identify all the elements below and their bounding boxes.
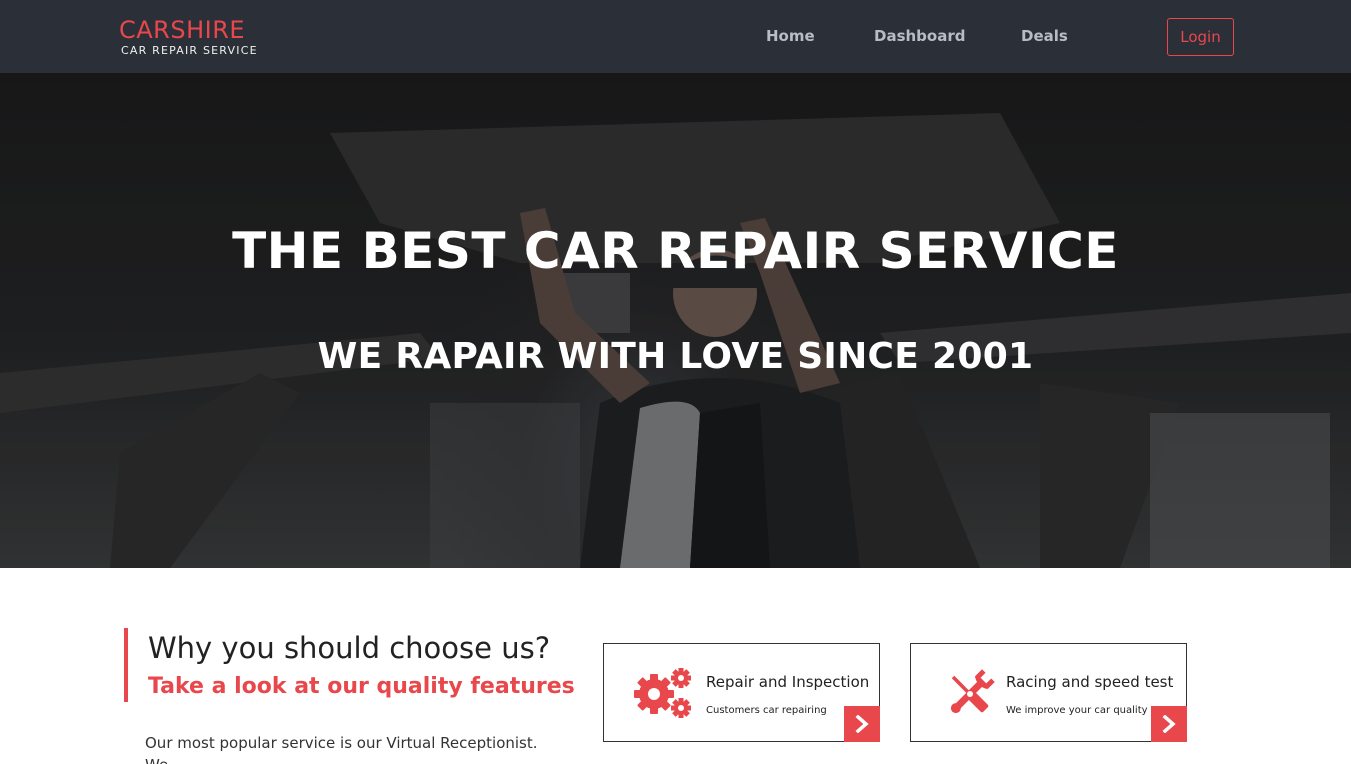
brand-tagline: CAR REPAIR SERVICE	[121, 44, 258, 57]
why-description: Our most popular service is our Virtual …	[145, 734, 538, 764]
feature-title: Racing and speed test	[1006, 673, 1174, 691]
nav-deals-link[interactable]: Deals	[1021, 26, 1068, 46]
why-subtitle: Take a look at our quality features	[148, 674, 575, 699]
feature-more-button[interactable]	[844, 706, 880, 742]
feature-title: Repair and Inspection	[706, 673, 870, 691]
feature-card-repair[interactable]: Repair and Inspection Customers car repa…	[603, 643, 880, 742]
navbar: CARSHIRE CAR REPAIR SERVICE Home Dashboa…	[0, 0, 1351, 73]
hero-banner: THE BEST CAR REPAIR SERVICE WE RAPAIR WI…	[0, 73, 1351, 568]
nav-home-link[interactable]: Home	[766, 26, 815, 46]
brand-name: CARSHIRE	[119, 16, 246, 44]
chevron-right-icon	[855, 715, 869, 733]
feature-card-racing[interactable]: Racing and speed test We improve your ca…	[910, 643, 1187, 742]
hero-subtitle: WE RAPAIR WITH LOVE SINCE 2001	[317, 336, 1034, 377]
chevron-right-icon	[1162, 715, 1176, 733]
brand-logo[interactable]: CARSHIRE CAR REPAIR SERVICE	[119, 16, 269, 58]
hero-title: THE BEST CAR REPAIR SERVICE	[232, 222, 1119, 280]
feature-more-button[interactable]	[1151, 706, 1187, 742]
hero-background-image	[0, 73, 1351, 568]
feature-description: We improve your car quality	[1006, 705, 1148, 716]
wrench-screwdriver-icon	[950, 669, 995, 714]
feature-description: Customers car repairing	[706, 705, 827, 716]
why-accent-bar	[124, 628, 128, 702]
login-button[interactable]: Login	[1167, 18, 1234, 56]
nav-dashboard-link[interactable]: Dashboard	[874, 26, 965, 46]
gears-icon	[634, 668, 691, 718]
why-title: Why you should choose us?	[148, 631, 551, 665]
